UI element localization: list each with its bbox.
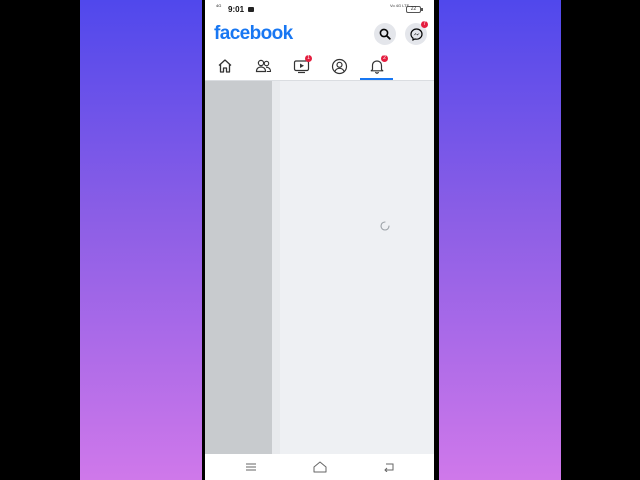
friends-icon [255,59,271,73]
tab-home[interactable] [208,52,242,80]
tab-watch[interactable]: 1 [284,52,318,80]
status-bar: 4G 9:01 Vo 4G LTE 22 [205,0,434,20]
facebook-logo[interactable]: facebook [214,23,293,45]
network-indicator: 4G [216,3,222,8]
phone-screen: 4G 9:01 Vo 4G LTE 22 facebook 7 1 2 [205,0,434,480]
video-frame: 4G 9:01 Vo 4G LTE 22 facebook 7 1 2 [0,0,640,480]
panel-edge [272,81,280,454]
tab-friends[interactable] [246,52,280,80]
messenger-icon [409,27,423,41]
loading-placeholder-panel [205,81,272,454]
system-nav-bar [205,454,434,480]
status-time: 9:01 [228,5,245,14]
search-icon [379,28,391,40]
tab-notifications[interactable]: 2 [360,52,394,80]
system-home-button[interactable] [313,460,327,474]
app-header: facebook 7 [205,20,434,50]
menu-button[interactable] [244,460,258,474]
back-button[interactable] [382,460,396,474]
watch-badge: 1 [305,55,312,62]
messenger-badge: 7 [421,21,428,28]
background-gradient-left [80,0,202,480]
home-icon [218,59,232,73]
search-button[interactable] [374,23,396,45]
menu-icon [246,463,256,471]
notifications-content [205,81,434,454]
battery-level: 22 [410,6,417,12]
messenger-button[interactable]: 7 [405,21,428,45]
battery-icon: 22 [406,6,423,13]
tab-bar: 1 2 [205,52,434,80]
home-outline-icon [313,461,327,473]
loading-spinner-icon [380,221,390,231]
profile-icon [331,58,347,74]
camera-icon [248,7,254,12]
notifications-badge: 2 [381,55,388,62]
background-gradient-right [439,0,561,480]
tab-profile[interactable] [322,52,356,80]
back-icon [384,463,394,472]
